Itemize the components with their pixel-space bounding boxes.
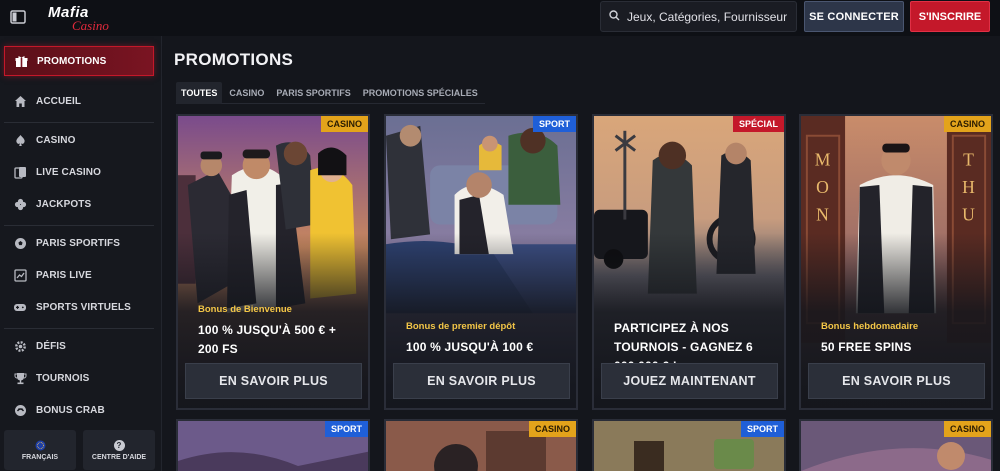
sidebar-item-label: PARIS LIVE xyxy=(36,269,92,281)
sidebar-item-label: CASINO xyxy=(36,134,76,146)
soccer-ball-icon xyxy=(13,236,27,250)
promo-title: 50 FREE SPINS xyxy=(821,340,912,354)
tab-special-promotions[interactable]: PROMOTIONS SPÉCIALES xyxy=(358,82,483,104)
category-badge: SPORT xyxy=(532,116,576,132)
promo-title: 100 % JUSQU'À 500 € + 200 FS xyxy=(198,323,337,356)
door-letter: O xyxy=(816,177,829,197)
sidebar-item-virtual-sports[interactable]: SPORTS VIRTUELS xyxy=(4,292,154,322)
sidebar-divider xyxy=(4,328,154,329)
login-button[interactable]: SE CONNECTER xyxy=(804,1,904,32)
sidebar-item-casino[interactable]: CASINO xyxy=(4,125,154,155)
category-badge: CASINO xyxy=(943,421,991,437)
promo-tabs: TOUTES CASINO PARIS SPORTIFS PROMOTIONS … xyxy=(176,81,485,104)
trophy-icon xyxy=(13,371,27,385)
promo-card[interactable]: SPORT Bonus de premier dépôt 100 % JUSQU… xyxy=(384,114,578,410)
learn-more-button[interactable]: EN SAVOIR PLUS xyxy=(393,363,570,399)
help-label: CENTRE D'AIDE xyxy=(91,453,147,461)
sidebar-divider xyxy=(4,225,154,226)
category-badge: SPORT xyxy=(324,421,368,437)
sidebar-item-sports-betting[interactable]: PARIS SPORTIFS xyxy=(4,228,154,258)
sidebar-item-label: PARIS SPORTIFS xyxy=(36,237,121,249)
sidebar: PROMOTIONS ACCUEIL CASINO LIVE CASINO JA… xyxy=(0,36,162,471)
crab-icon xyxy=(13,403,27,417)
sidebar-item-challenges[interactable]: DÉFIS xyxy=(4,331,154,361)
category-badge: SPORT xyxy=(740,421,784,437)
category-badge: CASINO xyxy=(528,421,576,437)
clover-icon xyxy=(13,197,27,211)
gamepad-icon xyxy=(13,300,27,314)
sidebar-divider xyxy=(4,122,154,123)
sidebar-item-bonus-crab[interactable]: BONUS CRAB xyxy=(4,395,154,425)
learn-more-button[interactable]: EN SAVOIR PLUS xyxy=(808,363,985,399)
sidebar-item-label: PROMOTIONS xyxy=(37,55,107,67)
promo-subtitle: Bonus de Bienvenue xyxy=(198,304,292,315)
promo-card[interactable]: SPÉCIAL PARTICIPEZ À NOS TOURNOIS - GAGN… xyxy=(592,114,786,410)
sidebar-item-live-betting[interactable]: PARIS LIVE xyxy=(4,260,154,290)
promo-card[interactable]: CASINO Bonus de Bienvenue 100 % JUSQU'À … xyxy=(176,114,370,410)
tab-all[interactable]: TOUTES xyxy=(176,81,223,104)
category-badge: CASINO xyxy=(943,116,991,132)
learn-more-button[interactable]: EN SAVOIR PLUS xyxy=(185,363,362,399)
promo-card[interactable]: SPORT xyxy=(592,419,786,471)
search-input[interactable] xyxy=(627,9,787,24)
sidebar-item-label: ACCUEIL xyxy=(36,95,82,107)
door-letter: M xyxy=(815,149,831,169)
sidebar-item-home[interactable]: ACCUEIL xyxy=(4,86,154,116)
promo-card[interactable]: M O N T H U CASINO Bonus hebdomadaire 50… xyxy=(799,114,993,410)
sidebar-item-label: TOURNOIS xyxy=(36,372,90,384)
top-bar: Mafia Casino SE CONNECTER S'INSCRIRE xyxy=(0,0,1000,36)
sidebar-item-label: DÉFIS xyxy=(36,340,66,352)
sidebar-item-label: JACKPOTS xyxy=(36,198,92,210)
tab-sports-betting[interactable]: PARIS SPORTIFS xyxy=(271,82,355,104)
category-badge: CASINO xyxy=(320,116,368,132)
promo-subtitle: Bonus hebdomadaire xyxy=(821,321,919,332)
search-icon xyxy=(609,8,620,26)
promo-card[interactable]: CASINO xyxy=(799,419,993,471)
sidebar-item-label: SPORTS VIRTUELS xyxy=(36,301,131,313)
page-title: PROMOTIONS xyxy=(174,50,294,69)
logo-script: Casino xyxy=(72,18,109,33)
promo-card[interactable]: CASINO xyxy=(384,419,578,471)
sidebar-item-tournaments[interactable]: TOURNOIS xyxy=(4,363,154,393)
help-icon: ? xyxy=(113,439,125,451)
door-letter: N xyxy=(816,205,829,225)
category-badge: SPÉCIAL xyxy=(732,116,784,132)
play-now-button[interactable]: JOUEZ MAINTENANT xyxy=(601,363,778,399)
flag-icon xyxy=(35,440,46,451)
sidebar-item-label: LIVE CASINO xyxy=(36,166,101,178)
spade-icon xyxy=(13,133,27,147)
promo-title: 100 % JUSQU'À 100 € xyxy=(406,340,534,354)
door-letter: H xyxy=(962,177,975,197)
chart-icon xyxy=(13,268,27,282)
sidebar-item-promotions[interactable]: PROMOTIONS xyxy=(4,46,154,76)
sidebar-toggle-icon[interactable] xyxy=(8,8,28,26)
language-selector[interactable]: FRANÇAIS xyxy=(4,430,76,470)
home-icon xyxy=(13,94,27,108)
sidebar-item-jackpots[interactable]: JACKPOTS xyxy=(4,189,154,219)
mafia-casino-logo[interactable]: Mafia Casino xyxy=(46,2,126,34)
door-letter: U xyxy=(962,205,975,225)
sidebar-item-label: BONUS CRAB xyxy=(36,404,105,416)
gift-icon xyxy=(14,54,28,68)
promo-card[interactable]: SPORT xyxy=(176,419,370,471)
search-bar[interactable] xyxy=(600,1,797,32)
signup-button[interactable]: S'INSCRIRE xyxy=(910,1,990,32)
language-label: FRANÇAIS xyxy=(21,453,59,461)
tab-casino[interactable]: CASINO xyxy=(224,82,269,104)
door-letter: T xyxy=(963,149,974,169)
promo-subtitle: Bonus de premier dépôt xyxy=(406,321,516,332)
gear-icon xyxy=(13,339,27,353)
cards-icon xyxy=(13,165,27,179)
sidebar-item-live-casino[interactable]: LIVE CASINO xyxy=(4,157,154,187)
help-center-button[interactable]: ? CENTRE D'AIDE xyxy=(83,430,155,470)
